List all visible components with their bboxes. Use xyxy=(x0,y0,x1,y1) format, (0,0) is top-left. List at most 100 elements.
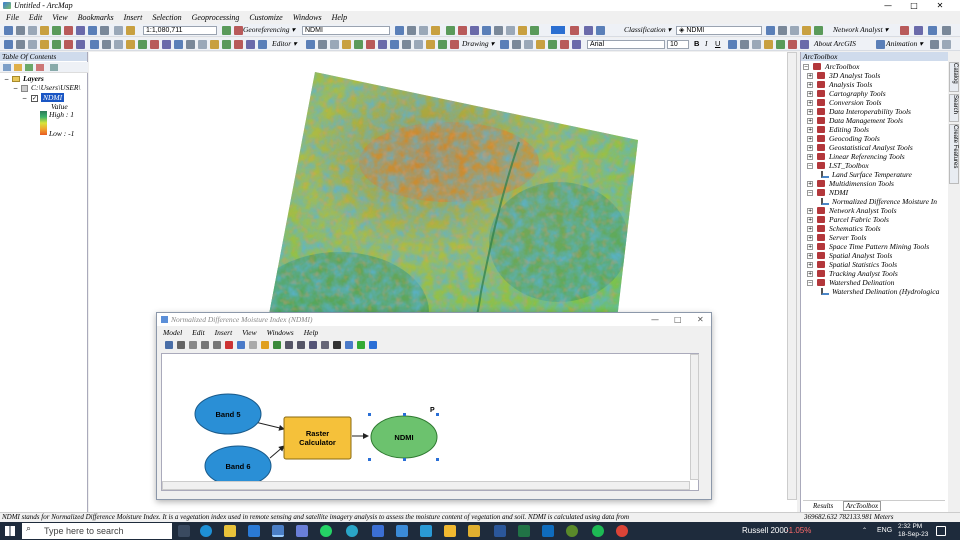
canvas-vertical-scrollbar[interactable] xyxy=(690,354,699,480)
editor-tool-8-icon[interactable] xyxy=(402,40,411,49)
toc-path-label[interactable]: C:\Users\USER\ xyxy=(31,83,81,92)
toolbox-geostatistical-analyst-tools[interactable]: + Geostatistical Analyst Tools xyxy=(807,143,913,152)
tool-normalized-difference-moisture-in[interactable]: Normalized Difference Moisture In xyxy=(821,197,937,206)
toolbox-server-tools[interactable]: + Server Tools xyxy=(807,233,866,242)
menu-view[interactable]: View xyxy=(52,13,67,22)
toc-layer-ndmi[interactable]: NDMI xyxy=(41,93,65,102)
delete-icon[interactable] xyxy=(225,341,233,349)
notification-icon[interactable] xyxy=(936,526,946,536)
toolbox-data-interoperability-tools[interactable]: + Data Interoperability Tools xyxy=(807,107,911,116)
mb-minimize-button[interactable]: — xyxy=(651,313,659,326)
misc-tool-1-icon[interactable] xyxy=(930,40,939,49)
expand-icon[interactable]: + xyxy=(807,99,813,106)
arcmap-taskbar-icon[interactable] xyxy=(272,525,284,537)
drawing-tool-2-icon[interactable] xyxy=(524,40,533,49)
toolbox-watershed-delination[interactable]: − Watershed Delination xyxy=(807,278,894,287)
select-icon[interactable] xyxy=(333,341,341,349)
georef-tool-0-icon[interactable] xyxy=(395,26,404,35)
tools-tool-2-icon[interactable] xyxy=(28,40,37,49)
tools-tool-1-icon[interactable] xyxy=(16,40,25,49)
editor-tool-0-icon[interactable] xyxy=(306,40,315,49)
menu-geoprocessing[interactable]: Geoprocessing xyxy=(192,13,240,22)
expand-icon[interactable]: + xyxy=(807,153,813,160)
fixed-zoom-icon[interactable] xyxy=(297,341,305,349)
collapse-icon[interactable]: − xyxy=(807,279,813,286)
drawing-tool-3-icon[interactable] xyxy=(536,40,545,49)
mb-menu-help[interactable]: Help xyxy=(304,328,319,337)
copy-icon[interactable] xyxy=(201,341,209,349)
text-tool-6-icon[interactable] xyxy=(800,40,809,49)
create-features-tab[interactable]: Create Features xyxy=(949,124,959,184)
editor-tool-3-icon[interactable] xyxy=(342,40,351,49)
mb-close-button[interactable]: ✕ xyxy=(697,313,704,326)
editor-tool-4-icon[interactable] xyxy=(354,40,363,49)
excel-icon[interactable] xyxy=(518,525,530,537)
expand-icon[interactable]: + xyxy=(807,135,813,142)
drawing-tool-0-icon[interactable] xyxy=(500,40,509,49)
model-canvas[interactable]: Band 5 Band 6 Raster Calculator NDMI P xyxy=(161,353,699,491)
editor-tool-11-icon[interactable] xyxy=(438,40,447,49)
toolbox-multidimension-tools[interactable]: + Multidimension Tools xyxy=(807,179,894,188)
georef-tool-4-icon[interactable] xyxy=(446,26,455,35)
menu-help[interactable]: Help xyxy=(332,13,348,22)
tools-tool-12-icon[interactable] xyxy=(150,40,159,49)
underline-button[interactable]: U xyxy=(715,39,720,48)
toolbox-tracking-analyst-tools[interactable]: + Tracking Analyst Tools xyxy=(807,269,898,278)
editor-tool-9-icon[interactable] xyxy=(414,40,423,49)
editor-tool-1-icon[interactable] xyxy=(318,40,327,49)
georef-tool-3-icon[interactable] xyxy=(431,26,440,35)
list-by-visibility-icon[interactable] xyxy=(25,64,33,71)
expand-icon[interactable]: + xyxy=(807,180,813,187)
expand-icon[interactable]: + xyxy=(807,81,813,88)
georeferencing-menu[interactable]: Georeferencing ▾ xyxy=(243,25,295,34)
clock-time[interactable]: 2:32 PM xyxy=(898,523,922,530)
editor-tool-12-icon[interactable] xyxy=(450,40,459,49)
chrome-icon[interactable] xyxy=(616,525,628,537)
connect-icon[interactable] xyxy=(345,341,353,349)
browser-icon[interactable] xyxy=(346,525,358,537)
georef-tool-8-icon[interactable] xyxy=(494,26,503,35)
expand-icon[interactable]: + xyxy=(807,207,813,214)
arctoolbox-root[interactable]: − ArcToolbox xyxy=(803,62,859,71)
italic-button[interactable]: I xyxy=(705,39,708,48)
about-arcgis-button[interactable]: About ArcGIS xyxy=(814,39,856,48)
collapse-icon[interactable]: − xyxy=(807,189,813,196)
expand-icon[interactable]: + xyxy=(807,261,813,268)
classify-tool-6-icon[interactable] xyxy=(914,26,923,35)
folder-icon[interactable] xyxy=(444,525,456,537)
tools-tool-0-icon[interactable] xyxy=(4,40,13,49)
tools-tool-18-icon[interactable] xyxy=(222,40,231,49)
menu-customize[interactable]: Customize xyxy=(249,13,282,22)
classify-tool-5-icon[interactable] xyxy=(900,26,909,35)
drawing-tool-6-icon[interactable] xyxy=(572,40,581,49)
collapse-icon[interactable]: − xyxy=(13,85,18,92)
animation-menu[interactable]: Animation ▾ xyxy=(886,39,923,48)
mb-menu-insert[interactable]: Insert xyxy=(215,328,233,337)
text-tool-4-icon[interactable] xyxy=(776,40,785,49)
arctoolbox-tab[interactable]: ArcToolbox xyxy=(843,501,882,511)
mb-menu-view[interactable]: View xyxy=(242,328,256,337)
expand-icon[interactable]: + xyxy=(807,117,813,124)
cut-icon[interactable] xyxy=(189,341,197,349)
expand-icon[interactable]: + xyxy=(807,234,813,241)
classify-tool-0-icon[interactable] xyxy=(766,26,775,35)
network-analyst-menu[interactable]: Network Analyst ▾ xyxy=(833,25,888,34)
language-indicator[interactable]: ENG xyxy=(877,527,892,534)
standard-tool-4-icon[interactable] xyxy=(52,26,61,35)
expand-icon[interactable]: + xyxy=(807,144,813,151)
catalog-tab[interactable]: Catalog xyxy=(949,62,959,92)
georef-tool-14-icon[interactable] xyxy=(596,26,605,35)
georef-tool-6-icon[interactable] xyxy=(470,26,479,35)
maximize-button[interactable]: □ xyxy=(902,0,926,11)
tools-tool-14-icon[interactable] xyxy=(174,40,183,49)
georef-layer-combo[interactable]: NDMI xyxy=(302,26,390,35)
mb-maximize-button[interactable]: □ xyxy=(674,313,682,326)
toolbox-space-time-pattern-mining-tools[interactable]: + Space Time Pattern Mining Tools xyxy=(807,242,929,251)
classify-tool-1-icon[interactable] xyxy=(778,26,787,35)
list-by-selection-icon[interactable] xyxy=(36,64,44,71)
full-extent-icon[interactable] xyxy=(285,341,293,349)
expand-icon[interactable]: + xyxy=(807,225,813,232)
tools-tool-4-icon[interactable] xyxy=(52,40,61,49)
editor-menu[interactable]: Editor ▾ xyxy=(272,39,297,48)
collapse-icon[interactable]: − xyxy=(807,162,813,169)
